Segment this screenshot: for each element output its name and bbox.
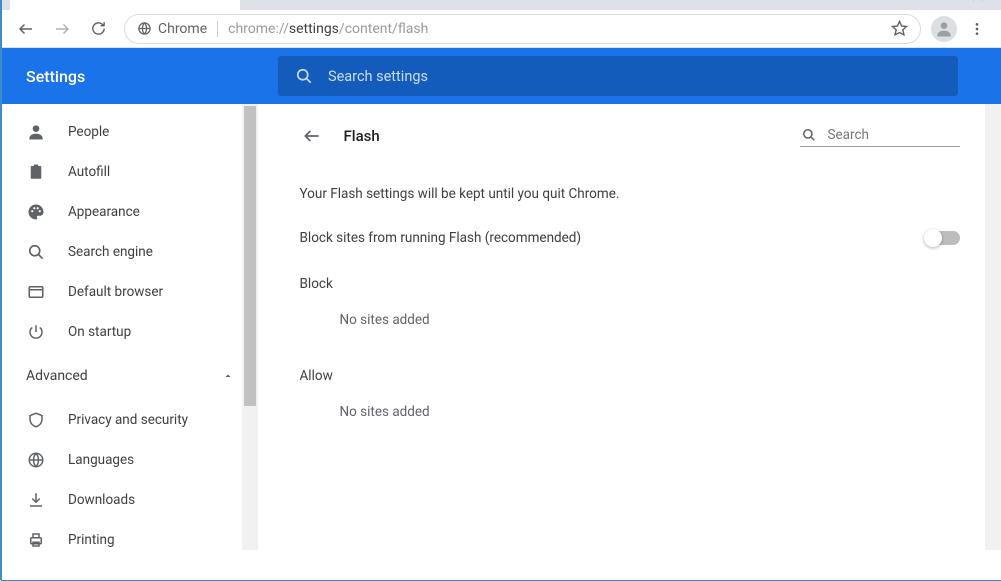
browser-window-icon [26,282,46,302]
sidebar-item-label: On startup [68,324,131,340]
sidebar-item-label: Default browser [68,284,163,300]
settings-content-area: Flash Your Flash settings will be kept u… [258,104,1001,550]
content-back-button[interactable] [300,124,324,148]
settings-header: Settings Search settings [2,48,1001,104]
sidebar-item-label: Appearance [68,204,140,220]
block-flash-toggle[interactable] [926,231,960,245]
download-icon [26,490,46,510]
sidebar-scrollbar-track[interactable] [242,104,258,550]
nav-back-button[interactable] [10,13,42,45]
tab-title: Settings - Flash [44,0,129,1]
power-icon [26,322,46,342]
window-maximize-button[interactable] [909,0,955,10]
content-scrollbar-track[interactable] [985,104,1001,550]
search-icon [800,126,818,144]
settings-sidebar: People Autofill Appearance Search engine… [2,104,258,550]
browser-tabstrip: Settings - Flash [2,0,1001,10]
sidebar-item-search-engine[interactable]: Search engine [2,232,258,272]
allow-section-label: Allow [300,368,960,384]
sidebar-item-label: Search engine [68,244,153,260]
new-tab-button[interactable] [248,0,276,7]
sidebar-item-printing[interactable]: Printing [2,520,258,550]
shield-icon [26,410,46,430]
block-section-label: Block [300,276,960,292]
sidebar-item-label: Autofill [68,164,110,180]
block-empty-text: No sites added [300,312,960,328]
content-search-box[interactable] [800,126,960,147]
omnibox-divider [217,21,218,37]
content-search-input[interactable] [828,127,948,143]
sidebar-item-autofill[interactable]: Autofill [2,152,258,192]
sidebar-item-languages[interactable]: Languages [2,440,258,480]
search-icon [294,66,314,86]
allow-empty-text: No sites added [300,404,960,420]
window-close-button[interactable] [955,0,1001,10]
browser-toolbar: Chrome chrome://settings/content/flash [2,10,1001,48]
sidebar-item-label: Languages [68,452,134,468]
chevron-up-icon [222,370,234,382]
browser-menu-button[interactable] [961,13,993,45]
sidebar-item-downloads[interactable]: Downloads [2,480,258,520]
settings-header-title: Settings [26,67,278,86]
sidebar-item-label: People [68,124,109,140]
sidebar-item-label: Downloads [68,492,135,508]
browser-tab-active[interactable]: Settings - Flash [10,0,240,10]
printer-icon [26,530,46,550]
sidebar-item-default-browser[interactable]: Default browser [2,272,258,312]
sidebar-item-privacy[interactable]: Privacy and security [2,400,258,440]
site-info-label: Chrome [158,21,207,37]
block-flash-setting-row: Block sites from running Flash (recommen… [300,230,960,246]
sidebar-item-label: Privacy and security [68,412,188,428]
gear-icon [20,0,36,1]
nav-reload-button[interactable] [82,13,114,45]
sidebar-item-on-startup[interactable]: On startup [2,312,258,352]
sidebar-item-people[interactable]: People [2,112,258,152]
page-title: Flash [344,127,380,145]
bookmark-star-icon[interactable] [891,20,908,37]
flash-notice-text: Your Flash settings will be kept until y… [300,186,960,202]
nav-forward-button[interactable] [46,13,78,45]
sidebar-scrollbar-thumb[interactable] [244,106,256,406]
clipboard-icon [26,162,46,182]
settings-search-box[interactable]: Search settings [278,56,958,96]
sidebar-item-label: Printing [68,532,115,548]
address-bar[interactable]: Chrome chrome://settings/content/flash [124,14,921,44]
block-flash-label: Block sites from running Flash (recommen… [300,230,582,246]
toggle-knob [924,229,942,247]
window-minimize-button[interactable] [863,0,909,10]
search-icon [26,242,46,262]
sidebar-advanced-toggle[interactable]: Advanced [2,352,258,400]
sidebar-advanced-label: Advanced [26,368,88,384]
profile-avatar-button[interactable] [931,16,957,42]
palette-icon [26,202,46,222]
person-icon [26,122,46,142]
globe-icon [26,450,46,470]
sidebar-item-appearance[interactable]: Appearance [2,192,258,232]
settings-search-placeholder: Search settings [328,68,428,85]
url-text: chrome://settings/content/flash [228,21,428,37]
site-info-icon[interactable]: Chrome [137,21,207,37]
